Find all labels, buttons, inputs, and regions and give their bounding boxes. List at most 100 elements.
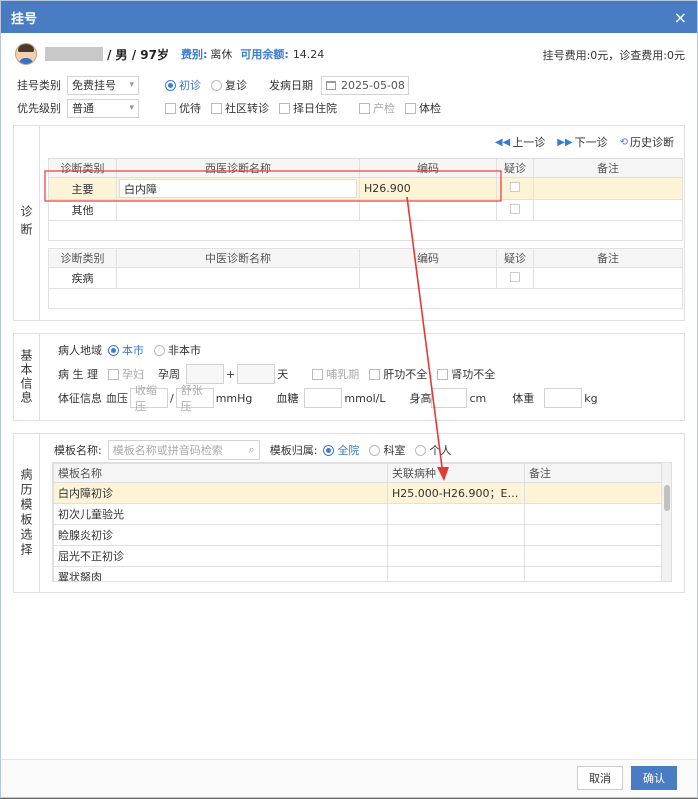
col-header: 疑诊 (496, 248, 534, 268)
diagnosis-name-input[interactable]: 白内障 (119, 179, 357, 198)
table-row[interactable]: 屈光不正初诊 (53, 545, 662, 567)
diagnosis-name-cell[interactable]: 白内障 (116, 177, 360, 200)
visit-return-radio[interactable]: 复诊 (211, 77, 247, 93)
avatar (15, 43, 37, 65)
checkbox-icon[interactable] (510, 203, 520, 214)
scrollbar-thumb[interactable] (664, 485, 670, 511)
liver-checkbox[interactable]: 肝功不全 (369, 366, 427, 382)
region-local-radio[interactable]: 本市 (108, 342, 144, 358)
col-header: 诊断类别 (48, 158, 117, 178)
diagnosis-section: 诊断 ◀◀ 上一诊 ▶▶ 下一诊 ⟲ 历史诊断 诊断类别 西医诊断名称 编码 疑诊 备… (13, 125, 685, 321)
kidney-checkbox[interactable]: 肾功不全 (437, 366, 495, 382)
table-row[interactable]: 主要 白内障 H26.900 (48, 177, 683, 200)
table-row[interactable]: 睑腺炎初诊 (53, 524, 662, 546)
table-row[interactable]: 其他 (48, 199, 683, 221)
region-label: 病人地域 (58, 344, 102, 357)
checkup-checkbox[interactable]: 体检 (405, 100, 441, 116)
confirm-button[interactable]: 确认 (631, 766, 677, 790)
checkbox-icon[interactable] (510, 182, 520, 192)
onset-date-value: 2025-05-08 (341, 78, 405, 92)
glucose-input[interactable] (304, 388, 343, 408)
owner-all-radio[interactable]: 全院 (323, 442, 359, 458)
diagnosis-category-cell: 疾病 (48, 267, 117, 289)
fee-type-value: 离休 (210, 48, 233, 61)
note-cell[interactable] (533, 177, 683, 200)
tcm-diagnosis-table: 诊断类别 中医诊断名称 编码 疑诊 备注 疾病 (48, 248, 683, 309)
note-cell[interactable] (533, 267, 683, 289)
col-header: 模板名称 (53, 463, 388, 483)
owner-all-label: 全院 (337, 444, 360, 457)
owner-dept-radio[interactable]: 科室 (369, 442, 405, 458)
checkbox-icon[interactable] (510, 271, 520, 282)
table-row (48, 288, 683, 309)
dialog-footer: 取消 确认 (1, 759, 697, 797)
onset-date-input[interactable]: 2025-05-08 (321, 75, 409, 95)
search-icon: ⌕ (248, 443, 255, 456)
template-name-cell: 初次儿童验光 (53, 503, 388, 525)
template-disease-cell (387, 524, 525, 546)
height-input[interactable] (431, 388, 468, 408)
checkup-label: 体检 (419, 102, 441, 115)
checkbox-icon (165, 102, 176, 114)
community-referral-label: 社区转诊 (225, 102, 269, 115)
systolic-input[interactable]: 收缩压 (130, 384, 168, 413)
table-row[interactable]: 白内障初诊 H25.000-H26.900；E88.90... (53, 482, 662, 504)
diagnosis-code-cell: H26.900 (359, 177, 497, 200)
physiology-row: 病 生 理 孕妇 孕周 + 天 哺乳期 肝功不全 肾功不全 (58, 364, 505, 384)
priority-checkbox[interactable]: 优待 (165, 100, 201, 116)
diagnosis-category-cell: 其他 (48, 199, 117, 221)
history-diagnosis-button[interactable]: ⟲ 历史诊断 (620, 134, 674, 150)
col-header: 关联病种 (387, 463, 525, 483)
table-row[interactable]: 疾病 (48, 267, 683, 289)
checkbox-icon (108, 368, 119, 380)
close-icon[interactable]: × (674, 8, 687, 27)
radio-icon (369, 444, 381, 456)
scheduled-admission-checkbox[interactable]: 择日住院 (279, 100, 337, 116)
vitals-row: 体征信息 血压 收缩压 / 舒张压 mmHg 血糖 mmol/L 身高 cm 体… (58, 384, 598, 413)
registration-row-2: 优先级别 普通 ▾ 优待 社区转诊 择日住院 产检 体检 (17, 98, 685, 118)
diagnosis-name-cell[interactable] (116, 267, 360, 289)
priority-select[interactable]: 普通 ▾ (67, 98, 139, 118)
registration-type-select[interactable]: 免费挂号 ▾ (67, 75, 139, 95)
visit-first-radio[interactable]: 初诊 (165, 77, 201, 93)
fee-type-label: 费别: (181, 48, 208, 61)
next-diagnosis-label: 下一诊 (574, 136, 608, 149)
onset-date-label: 发病日期 (269, 79, 313, 92)
checkbox-icon (359, 102, 370, 114)
suspected-cell[interactable] (496, 199, 534, 221)
bp-label: 血压 (106, 392, 128, 405)
gestation-day-input[interactable] (237, 364, 276, 384)
table-row[interactable]: 初次儿童验光 (53, 503, 662, 525)
template-owner-label: 模板归属: (269, 444, 318, 457)
diagnosis-code-cell (359, 267, 497, 289)
fees-summary: 挂号费用:0元，诊查费用:0元 (542, 49, 685, 62)
region-nonlocal-radio[interactable]: 非本市 (154, 342, 201, 358)
template-search-input[interactable]: 模板名称或拼音码检索 ⌕ (107, 440, 260, 460)
height-label: 身高 (409, 392, 432, 405)
suspected-cell[interactable] (496, 177, 534, 200)
template-disease-cell (387, 566, 525, 581)
cancel-button[interactable]: 取消 (577, 766, 623, 790)
diagnosis-section-text: 诊断 (19, 205, 33, 241)
weight-input[interactable] (544, 388, 583, 408)
lactation-label: 哺乳期 (326, 368, 360, 381)
next-diagnosis-button[interactable]: ▶▶ 下一诊 (557, 134, 607, 150)
glucose-unit: mmol/L (344, 391, 386, 405)
suspected-cell[interactable] (496, 267, 534, 289)
priority-value: 普通 (72, 102, 94, 115)
owner-personal-radio[interactable]: 个人 (415, 442, 451, 458)
template-scrollbar[interactable] (661, 463, 671, 581)
prev-diagnosis-button[interactable]: ◀◀ 上一诊 (495, 134, 545, 150)
diastolic-input[interactable]: 舒张压 (175, 384, 214, 413)
gestation-week-input[interactable] (186, 364, 224, 384)
table-row (48, 220, 683, 241)
col-header: 备注 (524, 463, 662, 483)
diagnosis-toolbar: ◀◀ 上一诊 ▶▶ 下一诊 ⟲ 历史诊断 (495, 134, 674, 150)
patient-gender-age: / 男 / 97岁 (107, 47, 169, 62)
template-disease-cell: H25.000-H26.900；E88.90... (387, 482, 525, 504)
note-cell[interactable] (533, 199, 683, 221)
diagnosis-name-cell[interactable] (116, 199, 360, 221)
community-referral-checkbox[interactable]: 社区转诊 (211, 100, 269, 116)
plus-sign: + (226, 367, 236, 381)
table-row[interactable]: 翼状胬肉 (53, 566, 662, 581)
